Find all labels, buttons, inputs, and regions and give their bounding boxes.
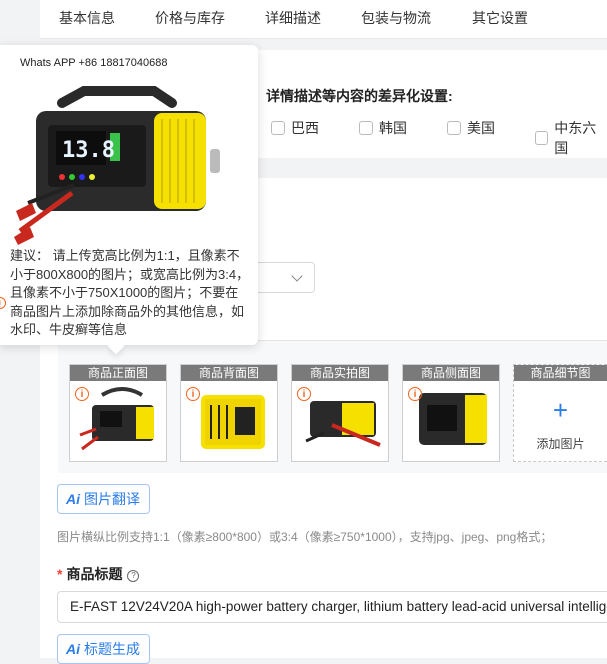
tab-price-stock[interactable]: 价格与库存 [155,8,225,28]
product-title-input[interactable]: E-FAST 12V24V20A high-power battery char… [57,591,607,623]
image-slot-real-shot[interactable]: 商品实拍图 i [291,364,389,462]
checkbox-box[interactable] [535,131,549,145]
warning-icon: i [75,387,89,401]
image-slot-front[interactable]: 商品正面图 i [69,364,167,462]
country-checkbox-middle-east[interactable]: 中东六国 [535,118,607,158]
slot-label: 商品背面图 [181,365,277,381]
slot-label: 商品细节图 [514,365,607,381]
warning-icon: i [408,387,422,401]
required-mark: * [57,566,63,582]
image-requirement-tooltip: 13.8 Whats APP +86 18817040688 ! 建议： 请上传… [0,45,258,345]
ai-icon: Ai [66,491,80,507]
product-title-label: * 商品标题? [57,564,140,584]
diff-settings-title: 详情描述等内容的差异化设置: [266,88,453,104]
slot-label: 商品实拍图 [292,365,388,381]
info-icon: ! [0,297,6,309]
product-title-text: 商品标题 [66,566,123,582]
battery-charger-illustration: 13.8 [14,53,222,245]
country-checkbox-brazil[interactable]: 巴西 [271,118,319,138]
tooltip-requirement-text: 建议： 请上传宽高比例为1:1，且像素不小于800X800的图片；或宽高比例为3… [10,248,250,337]
checkbox-box[interactable] [271,121,285,135]
image-format-hint: 图片横纵比例支持1:1（像素≥800*800）或3:4（像素≥750*1000）… [57,530,553,544]
image-slot-back[interactable]: 商品背面图 i [180,364,278,462]
country-checkbox-usa[interactable]: 美国 [447,118,495,138]
country-label: 中东六国 [554,120,597,156]
tab-detail-description[interactable]: 详细描述 [265,8,321,28]
warning-icon: i [297,387,311,401]
country-label: 韩国 [379,120,407,136]
title-generate-button[interactable]: Ai 标题生成 [57,634,150,664]
checkbox-box[interactable] [447,121,461,135]
tooltip-product-image: 13.8 [14,53,222,245]
add-image-slot[interactable]: 商品细节图 + 添加图片 [513,364,607,462]
tooltip-watermark-text: Whats APP +86 18817040688 [20,57,168,69]
plus-icon[interactable]: + [514,397,607,423]
warning-icon: i [186,387,200,401]
charger-display-readout: 13.8 [62,138,115,163]
image-slot-side[interactable]: 商品侧面图 i [402,364,500,462]
country-checkbox-korea[interactable]: 韩国 [359,118,407,138]
tab-basic-info[interactable]: 基本信息 [59,8,115,28]
ai-icon: Ai [66,641,80,657]
country-label: 巴西 [291,120,319,136]
country-label: 美国 [467,120,495,136]
tab-packaging-logistics[interactable]: 包装与物流 [361,8,431,28]
slot-label: 商品正面图 [70,365,166,381]
checkbox-box[interactable] [359,121,373,135]
tab-other-settings[interactable]: 其它设置 [472,8,528,28]
image-translate-label: 图片翻译 [84,491,140,507]
add-image-label: 添加图片 [536,437,585,451]
help-icon[interactable]: ? [127,570,140,582]
tab-bar: 基本信息 价格与库存 详细描述 包装与物流 其它设置 [40,0,607,39]
title-generate-label: 标题生成 [84,641,140,657]
image-translate-button[interactable]: Ai 图片翻译 [57,484,150,514]
slot-label: 商品侧面图 [403,365,499,381]
